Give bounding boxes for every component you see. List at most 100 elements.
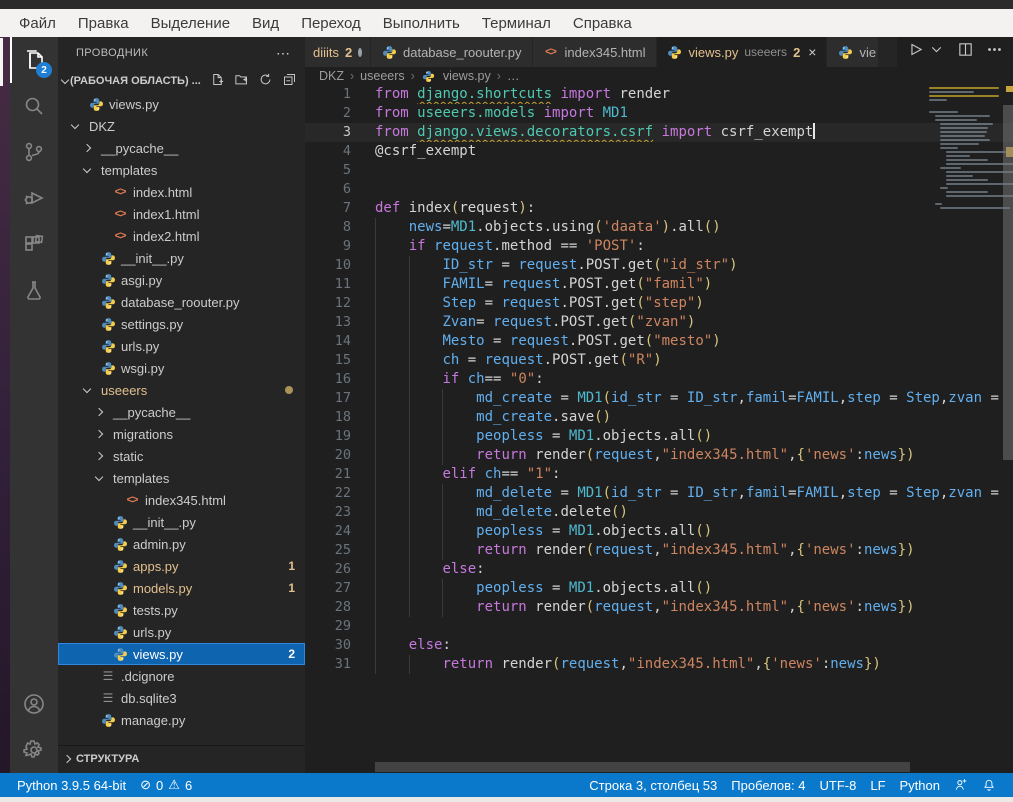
python-interpreter-status[interactable]: Python 3.9.5 64-bit [10,773,133,797]
tree-folder-static[interactable]: static [58,445,305,467]
outline-section-header[interactable]: СТРУКТУРА [58,745,305,771]
tree-file-manage.py[interactable]: manage.py [58,709,305,731]
cursor-position-status[interactable]: Строка 3, столбец 53 [582,778,724,793]
code-line-31[interactable]: 31 return render(request,"index345.html"… [305,655,1013,674]
chevron-down-icon[interactable] [928,41,945,63]
breadcrumb-item[interactable]: … [507,69,520,83]
tab-database_roouter.py[interactable]: database_roouter.py [371,37,533,67]
code-line-19[interactable]: 19 peopless = MD1.objects.all() [305,427,1013,446]
tree-file-models.py[interactable]: models.py1 [58,577,305,599]
breadcrumb-item[interactable]: views.py [443,69,491,83]
code-line-28[interactable]: 28 return render(request,"index345.html"… [305,598,1013,617]
tab-vie[interactable]: vie [827,37,879,67]
tree-file-views.py[interactable]: views.py2 [58,643,305,665]
tree-file-admin.py[interactable]: admin.py [58,533,305,555]
code-line-15[interactable]: 15 ch = request.POST.get("R") [305,351,1013,370]
code-line-20[interactable]: 20 return render(request,"index345.html"… [305,446,1013,465]
code-line-8[interactable]: 8 news=MD1.objects.using('daata').all() [305,218,1013,237]
menu-item-терминал[interactable]: Терминал [473,13,560,34]
close-icon[interactable]: × [808,44,816,60]
code-line-10[interactable]: 10 ID_str = request.POST.get("id_str") [305,256,1013,275]
code-line-5[interactable]: 5 [305,161,1013,180]
horizontal-scrollbar[interactable] [375,762,910,772]
breadcrumb-item[interactable]: useeers [360,69,404,83]
code-line-13[interactable]: 13 Zvan= request.POST.get("zvan") [305,313,1013,332]
tab-views.py[interactable]: views.pyuseeers2× [657,37,828,67]
tree-file-__init__.py[interactable]: __init__.py [58,247,305,269]
tree-folder-useeers[interactable]: useeers [58,379,305,401]
dirty-dot-icon[interactable] [358,48,362,57]
tab-diiits[interactable]: diiits2 [305,37,371,67]
tree-file-index345.html[interactable]: <>index345.html [58,489,305,511]
breadcrumb[interactable]: DKZ›useeers›views.py›… [305,67,1013,85]
breadcrumb-item[interactable]: DKZ [319,69,344,83]
minimap[interactable] [929,87,1001,211]
encoding-status[interactable]: UTF-8 [813,778,864,793]
tree-folder-DKZ[interactable]: DKZ [58,115,305,137]
explorer-icon[interactable]: 2 [10,37,58,83]
refresh-icon[interactable] [258,72,273,90]
tree-folder-templates[interactable]: templates [58,467,305,489]
code-line-12[interactable]: 12 Step = request.POST.get("step") [305,294,1013,313]
code-line-24[interactable]: 24 peopless = MD1.objects.all() [305,522,1013,541]
code-line-26[interactable]: 26 else: [305,560,1013,579]
more-actions-icon[interactable] [986,41,1003,63]
account-icon[interactable] [10,681,58,727]
code-line-16[interactable]: 16 if ch== "0": [305,370,1013,389]
code-line-6[interactable]: 6 [305,180,1013,199]
menu-item-выполнить[interactable]: Выполнить [374,13,469,34]
code-line-23[interactable]: 23 md_delete.delete() [305,503,1013,522]
split-editor-icon[interactable] [957,41,974,63]
indentation-status[interactable]: Пробелов: 4 [724,778,812,793]
tree-file-urls.py[interactable]: urls.py [58,621,305,643]
code-line-30[interactable]: 30 else: [305,636,1013,655]
tree-file-urls.py[interactable]: urls.py [58,335,305,357]
code-line-18[interactable]: 18 md_create.save() [305,408,1013,427]
tree-folder-templates[interactable]: templates [58,159,305,181]
tab-index345.html[interactable]: <>index345.html [533,37,657,67]
tree-file-apps.py[interactable]: apps.py1 [58,555,305,577]
tree-folder-migrations[interactable]: migrations [58,423,305,445]
code-line-25[interactable]: 25 return render(request,"index345.html"… [305,541,1013,560]
problems-status[interactable]: ⊘0 ⚠6 [133,773,199,797]
code-line-27[interactable]: 27 peopless = MD1.objects.all() [305,579,1013,598]
code-line-21[interactable]: 21 elif ch== "1": [305,465,1013,484]
menu-item-справка[interactable]: Справка [564,13,641,34]
tree-folder-__pycache__[interactable]: __pycache__ [58,401,305,423]
tree-file-asgi.py[interactable]: asgi.py [58,269,305,291]
code-line-29[interactable]: 29 [305,617,1013,636]
code-line-9[interactable]: 9 if request.method == 'POST': [305,237,1013,256]
code-line-7[interactable]: 7def index(request): [305,199,1013,218]
tree-file-index.html[interactable]: <>index.html [58,181,305,203]
menu-item-файл[interactable]: Файл [10,13,65,34]
new-folder-icon[interactable] [234,72,249,90]
tree-file-tests.py[interactable]: tests.py [58,599,305,621]
code-line-3[interactable]: 3from django.views.decorators.csrf impor… [305,123,1013,142]
workspace-section-header[interactable]: (РАБОЧАЯ ОБЛАСТЬ) ... [58,69,305,93]
tree-file-settings.py[interactable]: settings.py [58,313,305,335]
code-line-17[interactable]: 17 md_create = MD1(id_str = ID_str,famil… [305,389,1013,408]
tree-file-__init__.py[interactable]: __init__.py [58,511,305,533]
code-line-14[interactable]: 14 Mesto = request.POST.get("mesto") [305,332,1013,351]
code-editor[interactable]: 1from django.shortcuts import render2fro… [305,85,1013,773]
collapse-all-icon[interactable] [282,72,297,90]
language-mode-status[interactable]: Python [893,778,947,793]
tree-file-.dcignore[interactable]: ☰.dcignore [58,665,305,687]
tree-file-index1.html[interactable]: <>index1.html [58,203,305,225]
extensions-icon[interactable] [10,221,58,267]
menu-item-переход[interactable]: Переход [292,13,370,34]
eol-status[interactable]: LF [863,778,892,793]
code-line-22[interactable]: 22 md_delete = MD1(id_str = ID_str,famil… [305,484,1013,503]
tree-file-index2.html[interactable]: <>index2.html [58,225,305,247]
feedback-icon[interactable] [947,778,975,792]
menu-item-выделение[interactable]: Выделение [142,13,239,34]
bell-icon[interactable] [975,778,1003,792]
code-line-11[interactable]: 11 FAMIL= request.POST.get("famil") [305,275,1013,294]
run-debug-icon[interactable] [10,175,58,221]
tree-file-database_roouter.py[interactable]: database_roouter.py [58,291,305,313]
run-icon[interactable] [907,41,924,63]
code-line-1[interactable]: 1from django.shortcuts import render [305,85,1013,104]
code-line-4[interactable]: 4@csrf_exempt [305,142,1013,161]
explorer-more-icon[interactable]: ⋯ [276,45,291,62]
search-icon[interactable] [10,83,58,129]
